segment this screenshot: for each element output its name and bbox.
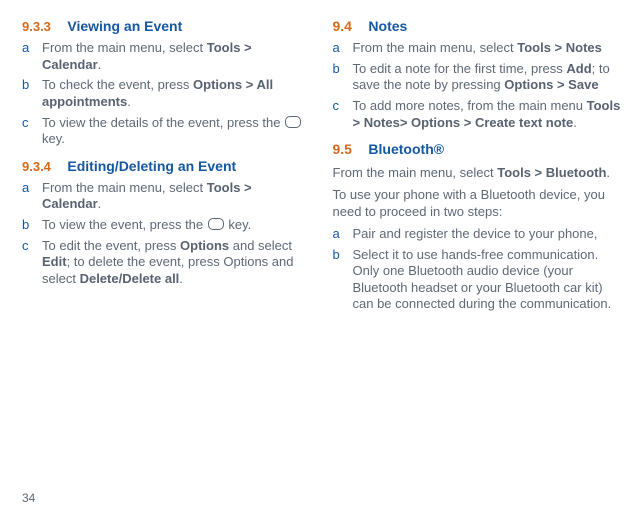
list-item: From the main menu, select Tools > Calen… [22,180,311,213]
column-left: 9.3.3 Viewing an Event From the main men… [22,14,311,501]
section-heading: 9.3.4 Editing/Deleting an Event [22,158,311,176]
list-item: Select it to use hands-free communicatio… [333,247,622,314]
step-list: From the main menu, select Tools > Calen… [22,180,311,288]
step-list: From the main menu, select Tools > Calen… [22,40,311,148]
section-title: Bluetooth® [368,141,444,157]
manual-page: 9.3.3 Viewing an Event From the main men… [0,0,635,515]
nav-key-icon [208,218,224,230]
section-title: Editing/Deleting an Event [67,158,236,174]
section-number: 9.5 [333,141,352,157]
step-list: Pair and register the device to your pho… [333,226,622,313]
list-item: From the main menu, select Tools > Calen… [22,40,311,73]
list-item: Pair and register the device to your pho… [333,226,622,243]
paragraph: To use your phone with a Bluetooth devic… [333,187,622,220]
list-item: To edit the event, press Options and sel… [22,238,311,288]
paragraph: From the main menu, select Tools > Bluet… [333,165,622,181]
section-number: 9.4 [333,18,352,34]
section-heading: 9.5 Bluetooth® [333,141,622,159]
list-item: To check the event, press Options > All … [22,77,311,110]
two-column-layout: 9.3.3 Viewing an Event From the main men… [22,14,621,501]
section-heading: 9.3.3 Viewing an Event [22,18,311,36]
section-title: Notes [368,18,407,34]
list-item: To view the event, press the key. [22,217,311,234]
section-heading: 9.4 Notes [333,18,622,36]
section-number: 9.3.4 [22,159,51,174]
column-right: 9.4 Notes From the main menu, select Too… [333,14,622,501]
list-item: To add more notes, from the main menu To… [333,98,622,131]
nav-key-icon [285,116,301,128]
section-title: Viewing an Event [67,18,182,34]
step-list: From the main menu, select Tools > Notes… [333,40,622,131]
list-item: To view the details of the event, press … [22,115,311,148]
list-item: From the main menu, select Tools > Notes [333,40,622,57]
section-number: 9.3.3 [22,19,51,34]
page-number: 34 [22,491,35,505]
list-item: To edit a note for the first time, press… [333,61,622,94]
